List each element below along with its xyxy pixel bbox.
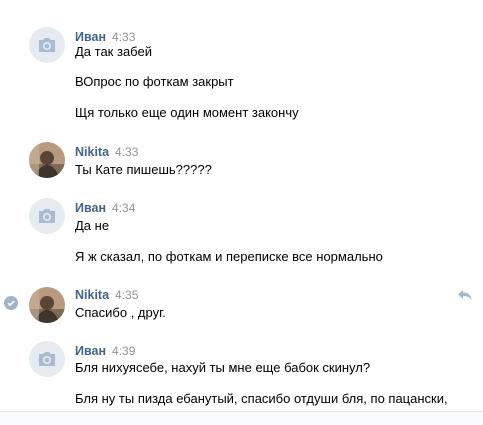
message-text: Бля нихуясебе, нахуй ты мне еще бабок ск… (75, 360, 371, 375)
message-text: Спасибо , друг. (75, 305, 166, 320)
message-list: Иван 4:33 Да так забей ВОпрос по фоткам з… (0, 0, 483, 424)
message-text: ВОпрос по фоткам закрыт (75, 74, 234, 89)
author-name[interactable]: Nikita (75, 288, 109, 302)
user-photo-icon (29, 142, 65, 178)
message-text: Ты Кате пишешь????? (75, 162, 212, 177)
author-name[interactable]: Иван (75, 30, 106, 44)
author-name[interactable]: Иван (75, 201, 106, 215)
message-time[interactable]: 4:34 (112, 201, 135, 215)
avatar[interactable] (29, 287, 65, 323)
message-text: Щя только еще один момент закончу (75, 105, 299, 120)
message-author[interactable]: Иван 4:34 (75, 201, 135, 215)
message-time[interactable]: 4:39 (112, 344, 135, 358)
camera-icon (39, 209, 55, 223)
message-time[interactable]: 4:35 (115, 288, 138, 302)
message-author[interactable]: Иван 4:39 (75, 344, 135, 358)
camera-icon (39, 38, 55, 52)
author-name[interactable]: Иван (75, 344, 106, 358)
avatar[interactable] (29, 27, 65, 63)
message-time[interactable]: 4:33 (115, 145, 138, 159)
message-text: Бля ну ты пизда ебанутый, спасибо отдуши… (75, 391, 448, 406)
bottom-bar (0, 411, 483, 425)
user-photo-icon (29, 287, 65, 323)
message-author[interactable]: Nikita 4:35 (75, 288, 138, 302)
selected-check-icon[interactable] (4, 296, 18, 310)
message-author[interactable]: Иван 4:33 (75, 30, 135, 44)
message-text: Да не (75, 218, 110, 233)
message-author[interactable]: Nikita 4:33 (75, 145, 138, 159)
message-text: Да так забей (75, 44, 152, 59)
reply-icon[interactable] (457, 289, 473, 301)
author-name[interactable]: Nikita (75, 145, 109, 159)
message-time[interactable]: 4:33 (112, 30, 135, 44)
avatar[interactable] (29, 341, 65, 377)
avatar[interactable] (29, 198, 65, 234)
message-text: Я ж сказал, по фоткам и переписке все но… (75, 249, 383, 264)
avatar[interactable] (29, 142, 65, 178)
camera-icon (39, 352, 55, 366)
